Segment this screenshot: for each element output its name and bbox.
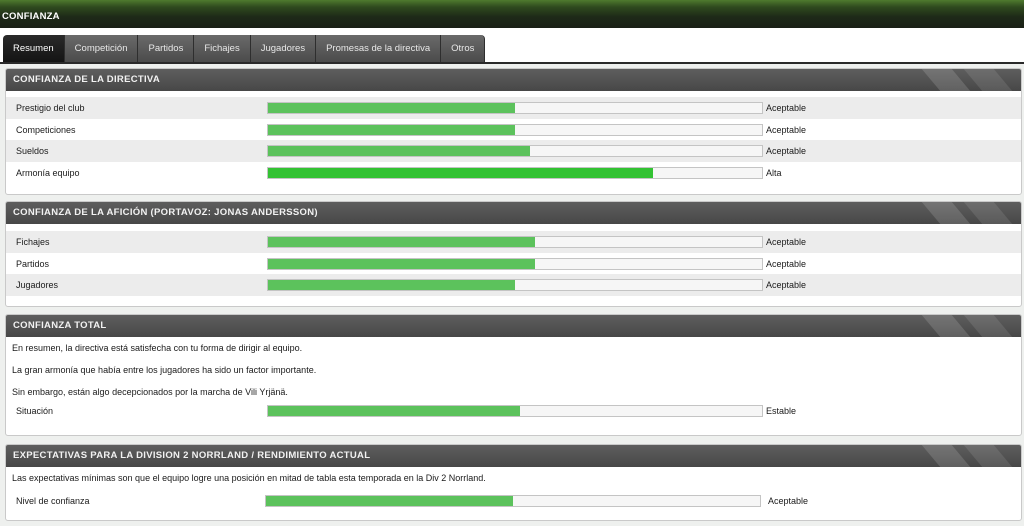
panel-title: CONFIANZA DE LA DIRECTIVA [13,74,161,85]
summary-text: En resumen, la directiva está satisfecha… [6,337,1021,403]
confidence-bar-fill [268,146,530,156]
confidence-bar-fill [268,103,515,113]
window-title: CONFIANZA [2,11,60,22]
panel-header: CONFIANZA DE LA DIRECTIVA [6,69,1021,91]
confidence-bar-fill [268,280,515,290]
row-value: Aceptable [766,146,807,156]
tab-strip: Resumen Competición Partidos Fichajes Ju… [3,35,486,63]
summary-line: La gran armonía que había entre los juga… [12,365,317,375]
row-label: Nivel de confianza [16,496,90,506]
confidence-bar [267,236,763,248]
header-stripe-decoration [921,445,971,467]
panel-header: CONFIANZA TOTAL [6,315,1021,337]
tab-partidos[interactable]: Partidos [138,35,195,62]
row-label: Sueldos [16,146,49,156]
row-value: Aceptable [766,103,807,113]
panel-title: EXPECTATIVAS PARA LA DIVISION 2 NORRLAND… [13,450,371,461]
row-value: Alta [766,167,782,178]
confidence-bar-fill [268,258,535,269]
row-label: Fichajes [16,237,50,247]
row-value: Aceptable [766,237,807,247]
confidence-bar [267,123,763,136]
summary-line: En resumen, la directiva está satisfecha… [12,343,303,353]
header-stripe-decoration [921,202,971,224]
confidence-bar [267,405,763,417]
confidence-row-situacion: Situación Estable [6,400,1021,422]
panel-header: EXPECTATIVAS PARA LA DIVISION 2 NORRLAND… [6,445,1021,467]
window-titlebar: CONFIANZA [0,0,1024,28]
confidence-bar [265,495,761,507]
header-stripe-decoration [921,69,971,91]
panel-title: CONFIANZA DE LA AFICIÓN (PORTAVOZ: JONAS… [13,207,318,218]
row-value: Aceptable [766,280,807,290]
panel-confianza-aficion: CONFIANZA DE LA AFICIÓN (PORTAVOZ: JONAS… [5,201,1022,307]
confidence-row-sueldos: Sueldos Aceptable [6,140,1021,162]
panel-header: CONFIANZA DE LA AFICIÓN (PORTAVOZ: JONAS… [6,202,1021,224]
tab-otros[interactable]: Otros [441,35,486,62]
tab-promesas-directiva[interactable]: Promesas de la directiva [316,35,442,62]
confidence-row-armonia: Armonía equipo Alta [6,162,1021,184]
header-stripe-decoration [963,445,1013,467]
panel-confianza-directiva: CONFIANZA DE LA DIRECTIVA Prestigio del … [5,68,1022,195]
row-label: Prestigio del club [16,103,85,113]
expectations-text: Las expectativas mínimas son que el equi… [12,473,486,483]
confidence-bar-fill [268,406,520,416]
confidence-bar [267,257,763,270]
header-stripe-decoration [921,315,971,337]
confidence-row-jugadores: Jugadores Aceptable [6,274,1021,296]
row-label: Armonía equipo [16,167,80,178]
tab-resumen[interactable]: Resumen [3,35,65,62]
row-label: Partidos [16,258,50,269]
header-stripe-decoration [963,315,1013,337]
row-value: Aceptable [766,258,807,269]
confidence-bar [267,166,763,179]
header-stripe-decoration [963,69,1013,91]
confidence-row-competiciones: Competiciones Aceptable [6,119,1021,141]
panel-expectativas: EXPECTATIVAS PARA LA DIVISION 2 NORRLAND… [5,444,1022,521]
confidence-row-nivel: Nivel de confianza Aceptable [6,490,1021,512]
confidence-bar-fill [268,124,515,135]
row-label: Situación [16,406,54,416]
panel-title: CONFIANZA TOTAL [13,320,107,331]
row-value: Aceptable [768,496,809,506]
row-label: Jugadores [16,280,59,290]
confidence-bar [267,145,763,157]
confidence-bar [267,279,763,291]
confidence-row-partidos: Partidos Aceptable [6,253,1021,275]
confidence-row-fichajes: Fichajes Aceptable [6,231,1021,253]
row-value: Aceptable [766,124,807,135]
header-stripe-decoration [963,202,1013,224]
confidence-bar-fill [268,237,535,247]
confidence-bar-fill [268,167,654,178]
tab-competicion[interactable]: Competición [64,35,139,62]
confidence-bar [267,102,763,114]
row-label: Competiciones [16,124,76,135]
confidence-bar-fill [266,496,513,506]
tab-jugadores[interactable]: Jugadores [250,35,317,62]
tab-fichajes[interactable]: Fichajes [194,35,251,62]
row-value: Estable [766,406,797,416]
confidence-row-prestigio: Prestigio del club Aceptable [6,97,1021,119]
panel-confianza-total: CONFIANZA TOTAL En resumen, la directiva… [5,314,1022,436]
